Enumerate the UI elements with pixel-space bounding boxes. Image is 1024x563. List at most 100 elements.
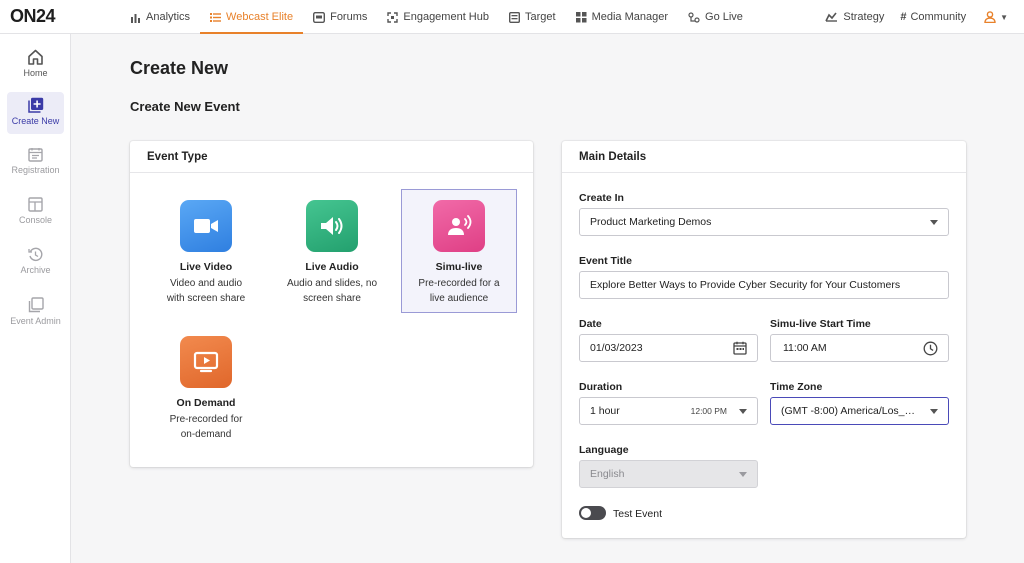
event-option-desc: live audience (429, 293, 489, 304)
target-icon (509, 11, 520, 23)
start-time-label: Simu-live Start Time (770, 318, 871, 330)
event-option-live-audio[interactable]: Live Audio Audio and slides, no screen s… (274, 189, 390, 313)
event-option-title: Live Audio (305, 261, 359, 273)
strategy-icon (825, 12, 838, 22)
page-title: Create New (130, 58, 229, 78)
test-event-toggle[interactable] (579, 506, 606, 520)
nav-label: Webcast Elite (226, 11, 294, 23)
video-camera-icon (180, 200, 232, 252)
chevron-down-icon (739, 408, 747, 414)
chevron-down-icon (930, 408, 938, 414)
date-label: Date (579, 318, 602, 330)
event-option-title: Simu-live (435, 261, 483, 273)
duration-end-time: 12:00 PM (690, 406, 727, 416)
event-option-desc: on-demand (180, 429, 232, 440)
chevron-down-icon: ▼ (1000, 12, 1008, 22)
date-input[interactable]: 01/03/2023 (579, 334, 758, 362)
nav-label: Community (910, 11, 967, 23)
sidebar-item-label: Event Admin (10, 316, 61, 326)
duration-select[interactable]: 1 hour 12:00 PM (579, 397, 758, 425)
test-event-label: Test Event (613, 508, 663, 520)
language-select: English (579, 460, 758, 488)
time-zone-label: Time Zone (770, 381, 823, 393)
time-zone-select[interactable]: (GMT -8:00) America/Los_Angeles (770, 397, 949, 425)
event-option-desc: Video and audio (169, 278, 243, 289)
event-title-value: Explore Better Ways to Provide Cyber Sec… (590, 279, 901, 291)
clock-icon[interactable] (923, 341, 938, 356)
nav-right: Strategy # Community ▼ (817, 0, 1012, 34)
date-value: 01/03/2023 (590, 342, 643, 354)
sidebar-item-create-new[interactable]: Create New (7, 92, 64, 134)
calendar-icon[interactable] (733, 341, 747, 355)
sidebar-item-label: Create New (11, 116, 60, 126)
hash-icon: # (900, 11, 907, 23)
console-icon (28, 197, 43, 212)
event-option-desc: Pre-recorded for a (418, 278, 500, 289)
sidebar-item-label: Registration (11, 165, 60, 175)
plus-square-icon (27, 97, 43, 113)
sidebar-item-label: Archive (20, 265, 51, 275)
user-icon (984, 11, 996, 23)
event-option-live-video[interactable]: Live Video Video and audio with screen s… (148, 189, 264, 313)
language-label: Language (579, 444, 629, 456)
create-in-select[interactable]: Product Marketing Demos (579, 208, 949, 236)
registration-icon (28, 148, 43, 162)
nav-target[interactable]: Target (499, 0, 566, 34)
nav-forums[interactable]: Forums (303, 0, 377, 34)
create-in-value: Product Marketing Demos (590, 216, 712, 228)
event-type-header: Event Type (130, 141, 533, 173)
event-option-desc: screen share (303, 293, 361, 304)
duration-label: Duration (579, 381, 623, 393)
nav-label: Media Manager (591, 11, 669, 23)
archive-icon (28, 247, 43, 262)
event-option-desc: Pre-recorded for (169, 414, 243, 425)
forum-icon (313, 11, 326, 23)
event-option-title: On Demand (176, 397, 236, 409)
nav-go-live[interactable]: Go Live (678, 0, 753, 34)
event-option-on-demand[interactable]: On Demand Pre-recorded for on-demand (148, 325, 264, 449)
nav-label: Target (525, 11, 556, 23)
main-details-header: Main Details (562, 141, 966, 173)
nav-label: Forums (330, 11, 368, 23)
event-option-desc: with screen share (166, 293, 246, 304)
main-nav: Analytics Webcast Elite Forums Engagemen… (120, 0, 753, 34)
section-title: Create New Event (130, 99, 240, 114)
nav-webcast-elite[interactable]: Webcast Elite (200, 0, 304, 34)
nav-analytics[interactable]: Analytics (120, 0, 200, 34)
sidebar-item-console[interactable]: Console (7, 192, 64, 234)
event-title-input[interactable]: Explore Better Ways to Provide Cyber Sec… (579, 271, 949, 299)
language-value: English (590, 468, 625, 480)
grid-icon (575, 11, 587, 22)
sidebar-item-registration[interactable]: Registration (7, 142, 64, 184)
event-admin-icon (28, 297, 44, 313)
nav-label: Strategy (843, 11, 885, 23)
user-menu-button[interactable]: ▼ (974, 11, 1012, 23)
bar-chart-icon (131, 13, 140, 23)
nav-engagement-hub[interactable]: Engagement Hub (377, 0, 499, 34)
event-option-simu-live[interactable]: Simu-live Pre-recorded for a live audien… (401, 189, 517, 313)
nav-community[interactable]: # Community (892, 0, 974, 34)
home-icon (28, 49, 43, 65)
event-option-title: Live Video (179, 261, 233, 273)
hub-icon (387, 11, 399, 23)
event-type-card: Event Type Live Video Video and audio wi… (130, 141, 533, 467)
simu-live-icon (433, 200, 485, 252)
create-in-label: Create In (579, 192, 624, 204)
sidebar-item-home[interactable]: Home (7, 44, 64, 86)
speaker-icon (306, 200, 358, 252)
sidebar-item-label: Console (18, 215, 53, 225)
nav-media-manager[interactable]: Media Manager (566, 0, 678, 34)
nav-label: Analytics (146, 11, 191, 23)
nav-strategy[interactable]: Strategy (817, 0, 892, 34)
event-title-label: Event Title (579, 255, 632, 267)
on24-logo[interactable]: ON24 (10, 6, 56, 27)
sidebar-item-event-admin[interactable]: Event Admin (7, 292, 64, 334)
start-time-input[interactable]: 11:00 AM (770, 334, 949, 362)
duration-value: 1 hour (590, 405, 620, 417)
sidebar-item-archive[interactable]: Archive (7, 242, 64, 284)
event-option-desc: Audio and slides, no (286, 278, 378, 289)
list-icon (210, 12, 222, 22)
nav-label: Go Live (705, 11, 743, 23)
go-live-icon (688, 11, 700, 23)
start-time-value: 11:00 AM (783, 342, 827, 354)
